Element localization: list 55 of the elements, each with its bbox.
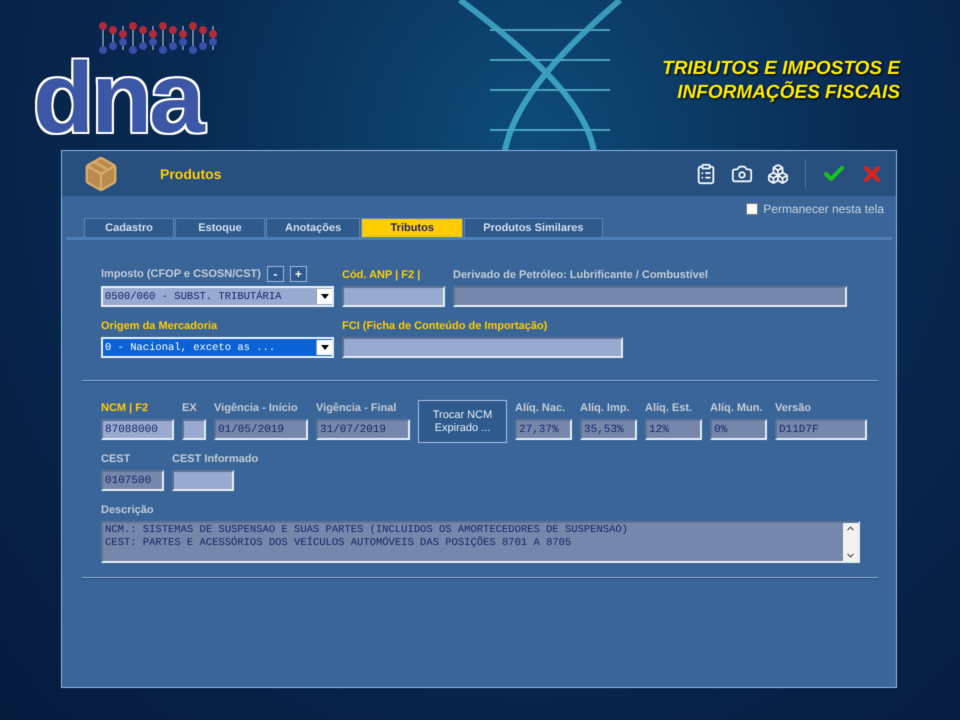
description-line: CEST: PARTES E ACESSÓRIOS DOS VEÍCULOS AUTOMÓVEIS DAS POSIÇÕES 8701 A 8705: [105, 537, 572, 550]
small-button[interactable]: +: [290, 266, 307, 282]
field-label: CEST Informado: [172, 452, 258, 466]
input-field[interactable]: 0%: [710, 419, 767, 440]
field-label: Alíq. Imp.: [580, 401, 630, 415]
select-field[interactable]: 0500/060 - SUBST. TRIBUTÁRIA: [101, 286, 334, 307]
checkbox[interactable]: [746, 203, 758, 215]
dropdown-caret-icon[interactable]: [316, 289, 332, 304]
headline: TRIBUTOS E IMPOSTOS E: [662, 58, 900, 80]
field-label: FCI (Ficha de Conteúdo de Importação): [342, 319, 548, 333]
field-label: Imposto (CFOP e CSOSN/CST): [101, 267, 261, 281]
field-label: Alíq. Mun.: [710, 401, 764, 415]
field-label: Cód. ANP | F2 |: [342, 268, 422, 282]
input-field[interactable]: [182, 419, 206, 440]
input-field[interactable]: 35,53%: [580, 419, 637, 440]
scrollbar[interactable]: [843, 523, 858, 561]
boxes-icon[interactable]: [767, 162, 789, 184]
field-label: Alíq. Nac.: [515, 401, 566, 415]
field-label: Origem da Mercadoria: [101, 319, 218, 333]
headline: INFORMAÇÕES FISCAIS: [677, 82, 900, 104]
tab[interactable]: Estoque: [175, 218, 265, 237]
tab[interactable]: Tributos: [361, 218, 464, 237]
tab[interactable]: Anotações: [266, 218, 360, 237]
input-field[interactable]: 01/05/2019: [214, 419, 308, 440]
input-field[interactable]: 0107500: [101, 470, 164, 491]
window-title: Produtos: [160, 166, 222, 182]
logo-text: dna: [33, 54, 204, 142]
field-label: Vigência - Início: [214, 401, 299, 415]
swap-ncm-button[interactable]: Trocar NCM Expirado ...: [418, 400, 507, 443]
checkbox-label: Permanecer nesta tela: [763, 202, 884, 216]
dropdown-caret-icon[interactable]: [316, 340, 332, 355]
input-field[interactable]: 87088000: [101, 419, 174, 440]
input-field[interactable]: 12%: [645, 419, 702, 440]
input-field[interactable]: 31/07/2019: [316, 419, 410, 440]
clipboard-icon[interactable]: [695, 162, 717, 184]
tab[interactable]: Produtos Similares: [464, 218, 603, 237]
field-label: Versão: [775, 401, 812, 415]
small-button[interactable]: -: [266, 266, 284, 282]
select-field[interactable]: 0 - Nacional, exceto as ...: [101, 337, 334, 358]
input-field[interactable]: D11D7F: [775, 419, 867, 440]
field-label: Alíq. Est.: [645, 401, 694, 415]
field-label: Vigência - Final: [316, 401, 398, 415]
tab[interactable]: Cadastro: [84, 218, 174, 237]
field-label: Derivado de Petróleo: Lubrificante / Combustível: [453, 268, 709, 282]
input-field[interactable]: [342, 337, 623, 358]
input-field[interactable]: [453, 286, 847, 307]
field-label: EX: [182, 401, 198, 415]
description-field[interactable]: NCM.: SISTEMAS DE SUSPENSAO E SUAS PARTES (INCLUIDOS OS AMORTECEDORES DE SUSPENSAO) CEST: PARTES E ACESSÓRIOS DOS VEÍCULOS AUTOMÓVEIS DAS POSIÇÕES 8701 A 8705: [101, 521, 860, 563]
input-field[interactable]: [172, 470, 234, 491]
field-label: NCM | F2: [101, 401, 150, 415]
description-line: NCM.: SISTEMAS DE SUSPENSAO E SUAS PARTES (INCLUIDOS OS AMORTECEDORES DE SUSPENSAO): [105, 524, 629, 536]
input-field[interactable]: [342, 286, 445, 307]
input-field[interactable]: 27,37%: [515, 419, 572, 440]
field-label: Descrição: [101, 503, 155, 517]
field-label: CEST: [101, 452, 132, 466]
